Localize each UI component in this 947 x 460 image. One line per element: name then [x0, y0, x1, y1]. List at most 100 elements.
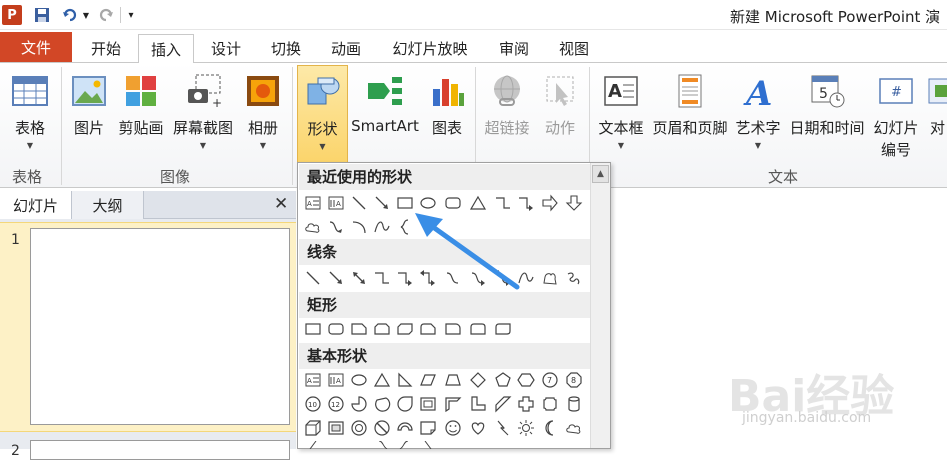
parallelogram-shape-icon[interactable]	[419, 371, 437, 389]
textbox-shape-icon[interactable]: A	[304, 371, 322, 389]
snip-diagonal-rectangle-shape-icon[interactable]	[396, 320, 414, 338]
header-footer-button[interactable]: 页眉和页脚	[648, 65, 732, 165]
curved-connector-shape-icon[interactable]	[327, 218, 345, 236]
round-diagonal-rectangle-shape-icon[interactable]	[494, 320, 512, 338]
slide-thumbnail-1[interactable]	[30, 228, 290, 425]
teardrop-shape-icon[interactable]	[396, 395, 414, 413]
arc-shape-icon[interactable]	[350, 218, 368, 236]
chord-shape-icon[interactable]	[373, 395, 391, 413]
double-arrow-line-shape-icon[interactable]	[350, 269, 368, 287]
tab-transitions[interactable]: 切换	[260, 34, 312, 63]
picture-button[interactable]: 图片	[66, 65, 112, 165]
datetime-button[interactable]: 5 日期和时间	[786, 65, 868, 165]
oval-shape-icon[interactable]	[350, 371, 368, 389]
close-icon[interactable]: ✕	[274, 194, 288, 214]
sun-shape-icon[interactable]	[517, 419, 535, 437]
pentagon-shape-icon[interactable]	[494, 371, 512, 389]
no-symbol-shape-icon[interactable]	[373, 419, 391, 437]
gallery-scrollbar[interactable]: ▲	[590, 163, 610, 448]
tab-slideshow[interactable]: 幻灯片放映	[380, 34, 480, 63]
clipart-button[interactable]: 剪贴画	[114, 65, 168, 165]
rounded-rectangle-shape-icon[interactable]	[327, 320, 345, 338]
smiley-face-shape-icon[interactable]	[444, 419, 462, 437]
elbow-connector-shape-icon[interactable]	[373, 269, 391, 287]
redo-icon[interactable]	[96, 5, 116, 25]
rectangle-shape-icon[interactable]	[304, 320, 322, 338]
heptagon-shape-icon[interactable]: 7	[541, 371, 559, 389]
lightning-bolt-shape-icon[interactable]	[494, 419, 512, 437]
donut-shape-icon[interactable]	[350, 419, 368, 437]
pie-shape-icon[interactable]	[350, 395, 368, 413]
l-shape-icon[interactable]	[469, 395, 487, 413]
tab-outline[interactable]: 大纲	[72, 191, 144, 219]
down-arrow-shape-icon[interactable]	[565, 194, 583, 212]
textbox-shape-icon[interactable]: A	[304, 194, 322, 212]
tab-slides[interactable]: 幻灯片	[0, 191, 72, 219]
folded-corner-shape-icon[interactable]	[419, 419, 437, 437]
right-triangle-shape-icon[interactable]	[396, 371, 414, 389]
trapezoid-shape-icon[interactable]	[444, 371, 462, 389]
diagonal-stripe-shape-icon[interactable]	[494, 395, 512, 413]
moon-shape-icon[interactable]	[541, 419, 559, 437]
octagon-shape-icon[interactable]: 8	[565, 371, 583, 389]
snip-round-rectangle-shape-icon[interactable]	[419, 320, 437, 338]
round-same-side-rectangle-shape-icon[interactable]	[469, 320, 487, 338]
frame-shape-icon[interactable]	[419, 395, 437, 413]
tab-review[interactable]: 审阅	[488, 34, 540, 63]
cloud-shape-icon[interactable]	[304, 218, 322, 236]
plus-shape-icon[interactable]	[517, 395, 535, 413]
arrow-line-shape-icon[interactable]	[327, 269, 345, 287]
hyperlink-button[interactable]: 超链接	[480, 65, 534, 165]
album-button[interactable]: 相册 ▼	[240, 65, 286, 165]
right-brace-shape-icon[interactable]	[373, 441, 391, 449]
snip-same-side-rectangle-shape-icon[interactable]	[373, 320, 391, 338]
object-button[interactable]: 对	[924, 65, 947, 165]
bevel-shape-icon[interactable]	[327, 419, 345, 437]
curve-shape-icon[interactable]	[373, 218, 391, 236]
action-button[interactable]: 动作	[536, 65, 584, 165]
freeform-shape-icon[interactable]	[541, 269, 559, 287]
tab-home[interactable]: 开始	[80, 34, 132, 63]
tab-design[interactable]: 设计	[200, 34, 252, 63]
right-bracket-shape-icon[interactable]	[419, 441, 437, 449]
textbox-button[interactable]: A 文本框 ▼	[594, 65, 648, 165]
customize-toolbar-icon[interactable]: ▾	[124, 5, 138, 25]
cloud-shape-icon[interactable]	[565, 419, 583, 437]
undo-icon[interactable]	[60, 5, 80, 25]
heart-shape-icon[interactable]	[469, 419, 487, 437]
decagon-shape-icon[interactable]: 10	[304, 395, 322, 413]
slide-number-button[interactable]: # 幻灯片 编号	[870, 65, 922, 165]
scroll-up-button[interactable]: ▲	[592, 165, 609, 183]
undo-dropdown-icon[interactable]: ▼	[80, 5, 92, 25]
diamond-shape-icon[interactable]	[469, 371, 487, 389]
tab-animations[interactable]: 动画	[320, 34, 372, 63]
plaque-shape-icon[interactable]	[541, 395, 559, 413]
can-shape-icon[interactable]	[565, 395, 583, 413]
left-brace-shape-icon[interactable]	[396, 441, 414, 449]
tab-file[interactable]: 文件	[0, 32, 72, 62]
powerpoint-app-icon[interactable]: P	[2, 5, 22, 25]
chart-button[interactable]: 图表	[424, 65, 470, 165]
tab-view[interactable]: 视图	[548, 34, 600, 63]
hexagon-shape-icon[interactable]	[517, 371, 535, 389]
triangle-shape-icon[interactable]	[373, 371, 391, 389]
left-bracket-shape-icon[interactable]	[304, 441, 322, 449]
shapes-button[interactable]: 形状 ▼	[297, 65, 348, 165]
table-button[interactable]: 表格 ▼	[4, 65, 56, 165]
vertical-textbox-shape-icon[interactable]: A	[327, 371, 345, 389]
tab-insert[interactable]: 插入	[138, 34, 194, 64]
screenshot-button[interactable]: + 屏幕截图 ▼	[168, 65, 238, 165]
line-shape-icon[interactable]	[304, 269, 322, 287]
dodecagon-shape-icon[interactable]: 12	[327, 395, 345, 413]
round-single-corner-rectangle-shape-icon[interactable]	[444, 320, 462, 338]
snip-corner-rectangle-shape-icon[interactable]	[350, 320, 368, 338]
arrow-line-shape-icon[interactable]	[373, 194, 391, 212]
smartart-button[interactable]: SmartArt	[350, 65, 420, 165]
slide-thumbnail-2[interactable]	[30, 440, 290, 460]
right-arrow-shape-icon[interactable]	[541, 194, 559, 212]
half-frame-shape-icon[interactable]	[444, 395, 462, 413]
wordart-button[interactable]: A 艺术字 ▼	[732, 65, 784, 165]
cube-shape-icon[interactable]	[304, 419, 322, 437]
block-arc-shape-icon[interactable]	[396, 419, 414, 437]
vertical-textbox-shape-icon[interactable]: A	[327, 194, 345, 212]
